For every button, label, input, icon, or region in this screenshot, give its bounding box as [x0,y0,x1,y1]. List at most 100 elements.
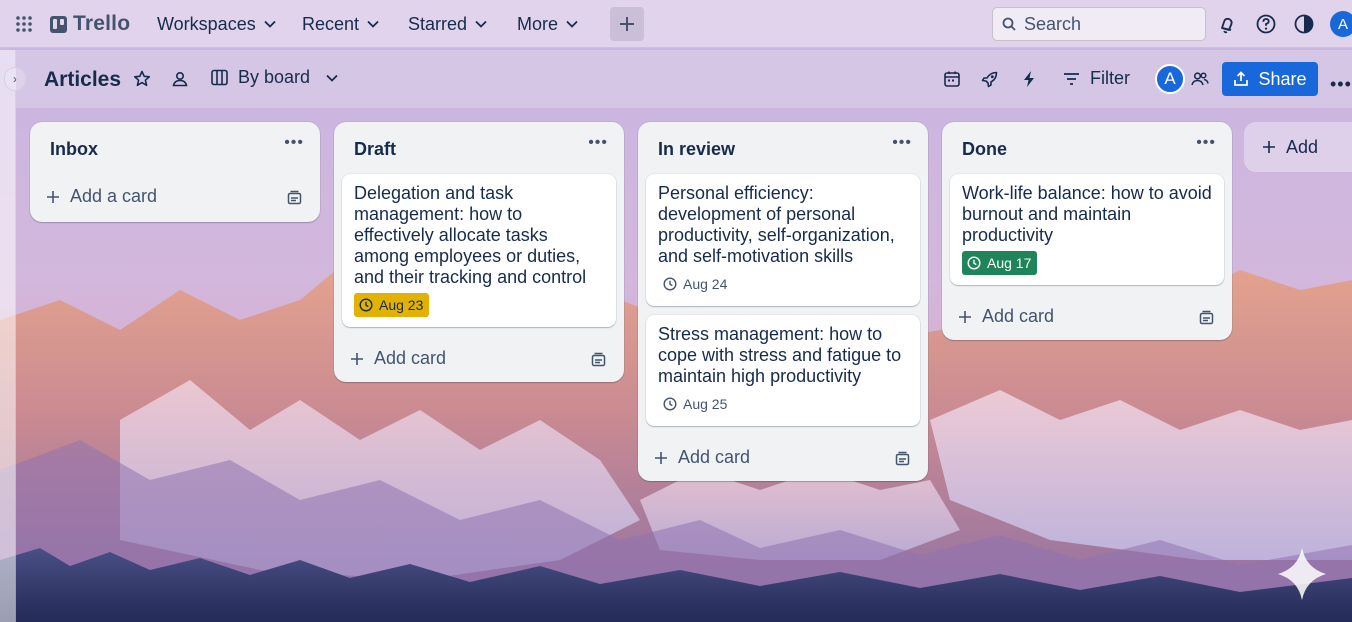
menu-label: Workspaces [157,13,256,34]
theme-icon[interactable] [1293,13,1315,35]
card[interactable]: Work-life balance: how to avoid burnout … [950,174,1224,285]
avatar-initial: A [1337,15,1348,33]
list-inbox: Inbox ••• Add a card [30,122,320,222]
logo-text: Trello [73,12,131,35]
chevron-down-icon [566,20,578,28]
list-menu-icon[interactable]: ••• [892,134,912,152]
due-date-badge[interactable]: Aug 17 [962,251,1038,275]
plus-icon [1263,141,1275,153]
add-card-button[interactable]: Add card [958,306,1054,327]
list-header: Draft ••• [334,122,624,174]
list-menu-icon[interactable]: ••• [284,134,304,152]
due-date-label: Aug 17 [987,255,1032,271]
card-template-icon[interactable] [591,352,606,367]
members-icon[interactable] [1190,69,1210,89]
card-template-icon[interactable] [1199,310,1214,325]
power-ups-icon[interactable] [980,69,1000,89]
add-card-button[interactable]: Add card [350,348,446,369]
card-template-icon[interactable] [287,190,302,205]
trello-logo-icon [50,15,67,33]
plus-icon [620,17,634,31]
view-label: By board [238,67,311,87]
plus-icon [351,352,363,365]
list-menu-icon[interactable]: ••• [1196,134,1216,152]
workspace-visibility-icon[interactable] [170,69,190,89]
card-title: Stress management: how to cope with stre… [658,324,902,386]
list-draft: Draft ••• Delegation and task management… [334,122,624,382]
board-member-avatar[interactable]: A [1155,64,1185,94]
card-title: Delegation and task management: how to e… [354,183,587,287]
filter-icon [1064,72,1079,85]
plus-icon [655,451,667,464]
search-icon [1002,17,1016,31]
list-title[interactable]: Inbox [50,139,98,160]
plus-icon [47,190,59,203]
chevron-down-icon [367,20,379,28]
clock-icon [967,256,981,270]
add-card-row: Add a card [30,174,320,222]
due-date-badge[interactable]: Aug 23 [354,293,430,317]
apps-grid-icon[interactable] [14,14,34,34]
add-card-row: Add card [942,294,1232,340]
add-card-label: Add card [374,348,447,368]
add-card-button[interactable]: Add a card [46,186,157,207]
list-menu-icon[interactable]: ••• [588,134,608,152]
card-template-icon[interactable] [895,451,910,466]
menu-recent[interactable]: Recent [302,10,379,38]
automation-icon[interactable] [1019,69,1039,89]
list-header: Inbox ••• [30,122,320,174]
star-icon[interactable] [132,69,152,89]
calendar-icon[interactable] [942,69,962,89]
list-title[interactable]: Done [962,139,1007,160]
list-header: In review ••• [638,122,928,174]
chevron-down-icon [264,20,276,28]
add-card-button[interactable]: Add card [654,447,750,468]
menu-label: Starred [408,13,468,34]
top-navigation-bar: Trello Workspaces Recent Starred More A [0,0,1352,48]
search-field[interactable] [992,7,1206,41]
add-list-button[interactable]: Add [1244,122,1352,172]
board-menu-button[interactable]: ••• [1330,74,1352,95]
list-title[interactable]: Draft [354,139,396,160]
due-date-badge[interactable]: Aug 25 [658,392,733,416]
menu-workspaces[interactable]: Workspaces [157,10,276,38]
filter-label: Filter [1090,68,1130,88]
board-view-switcher[interactable]: By board [211,67,338,88]
card[interactable]: Stress management: how to cope with stre… [646,315,920,426]
help-icon[interactable] [1255,13,1277,35]
menu-more[interactable]: More [517,10,578,38]
add-card-label: Add a card [70,186,158,206]
sidebar-collapsed-strip [0,50,16,622]
add-list-label: Add [1286,136,1319,157]
clock-icon [663,277,677,291]
trello-logo[interactable]: Trello [50,12,130,36]
board-title[interactable]: Articles [44,68,121,92]
due-date-badge[interactable]: Aug 24 [658,272,733,296]
search-input[interactable] [1024,13,1194,35]
due-date-label: Aug 24 [683,276,728,292]
filter-button[interactable]: Filter [1063,68,1130,89]
avatar-initial: A [1164,69,1176,88]
create-button[interactable] [610,7,644,41]
card[interactable]: Delegation and task management: how to e… [342,174,616,327]
list-title[interactable]: In review [658,139,735,160]
account-avatar[interactable]: A [1330,11,1352,37]
chevron-down-icon [326,74,338,82]
board-header: Articles By board Filter A Share ••• [16,50,1352,108]
add-card-row: Add card [334,336,624,382]
list-header: Done ••• [942,122,1232,174]
bell-icon[interactable] [1216,13,1238,35]
clock-icon [663,397,677,411]
chevron-down-icon [475,20,487,28]
board-view-icon [211,69,228,86]
due-date-label: Aug 25 [683,396,728,412]
menu-label: More [517,13,559,34]
card[interactable]: Personal efficiency: development of pers… [646,174,920,306]
share-button[interactable]: Share [1222,62,1318,96]
add-card-label: Add card [678,447,751,467]
add-card-row: Add card [638,435,928,481]
card-title: Work-life balance: how to avoid burnout … [962,183,1212,245]
add-card-label: Add card [982,306,1055,326]
menu-starred[interactable]: Starred [408,10,487,38]
plus-icon [959,310,971,323]
